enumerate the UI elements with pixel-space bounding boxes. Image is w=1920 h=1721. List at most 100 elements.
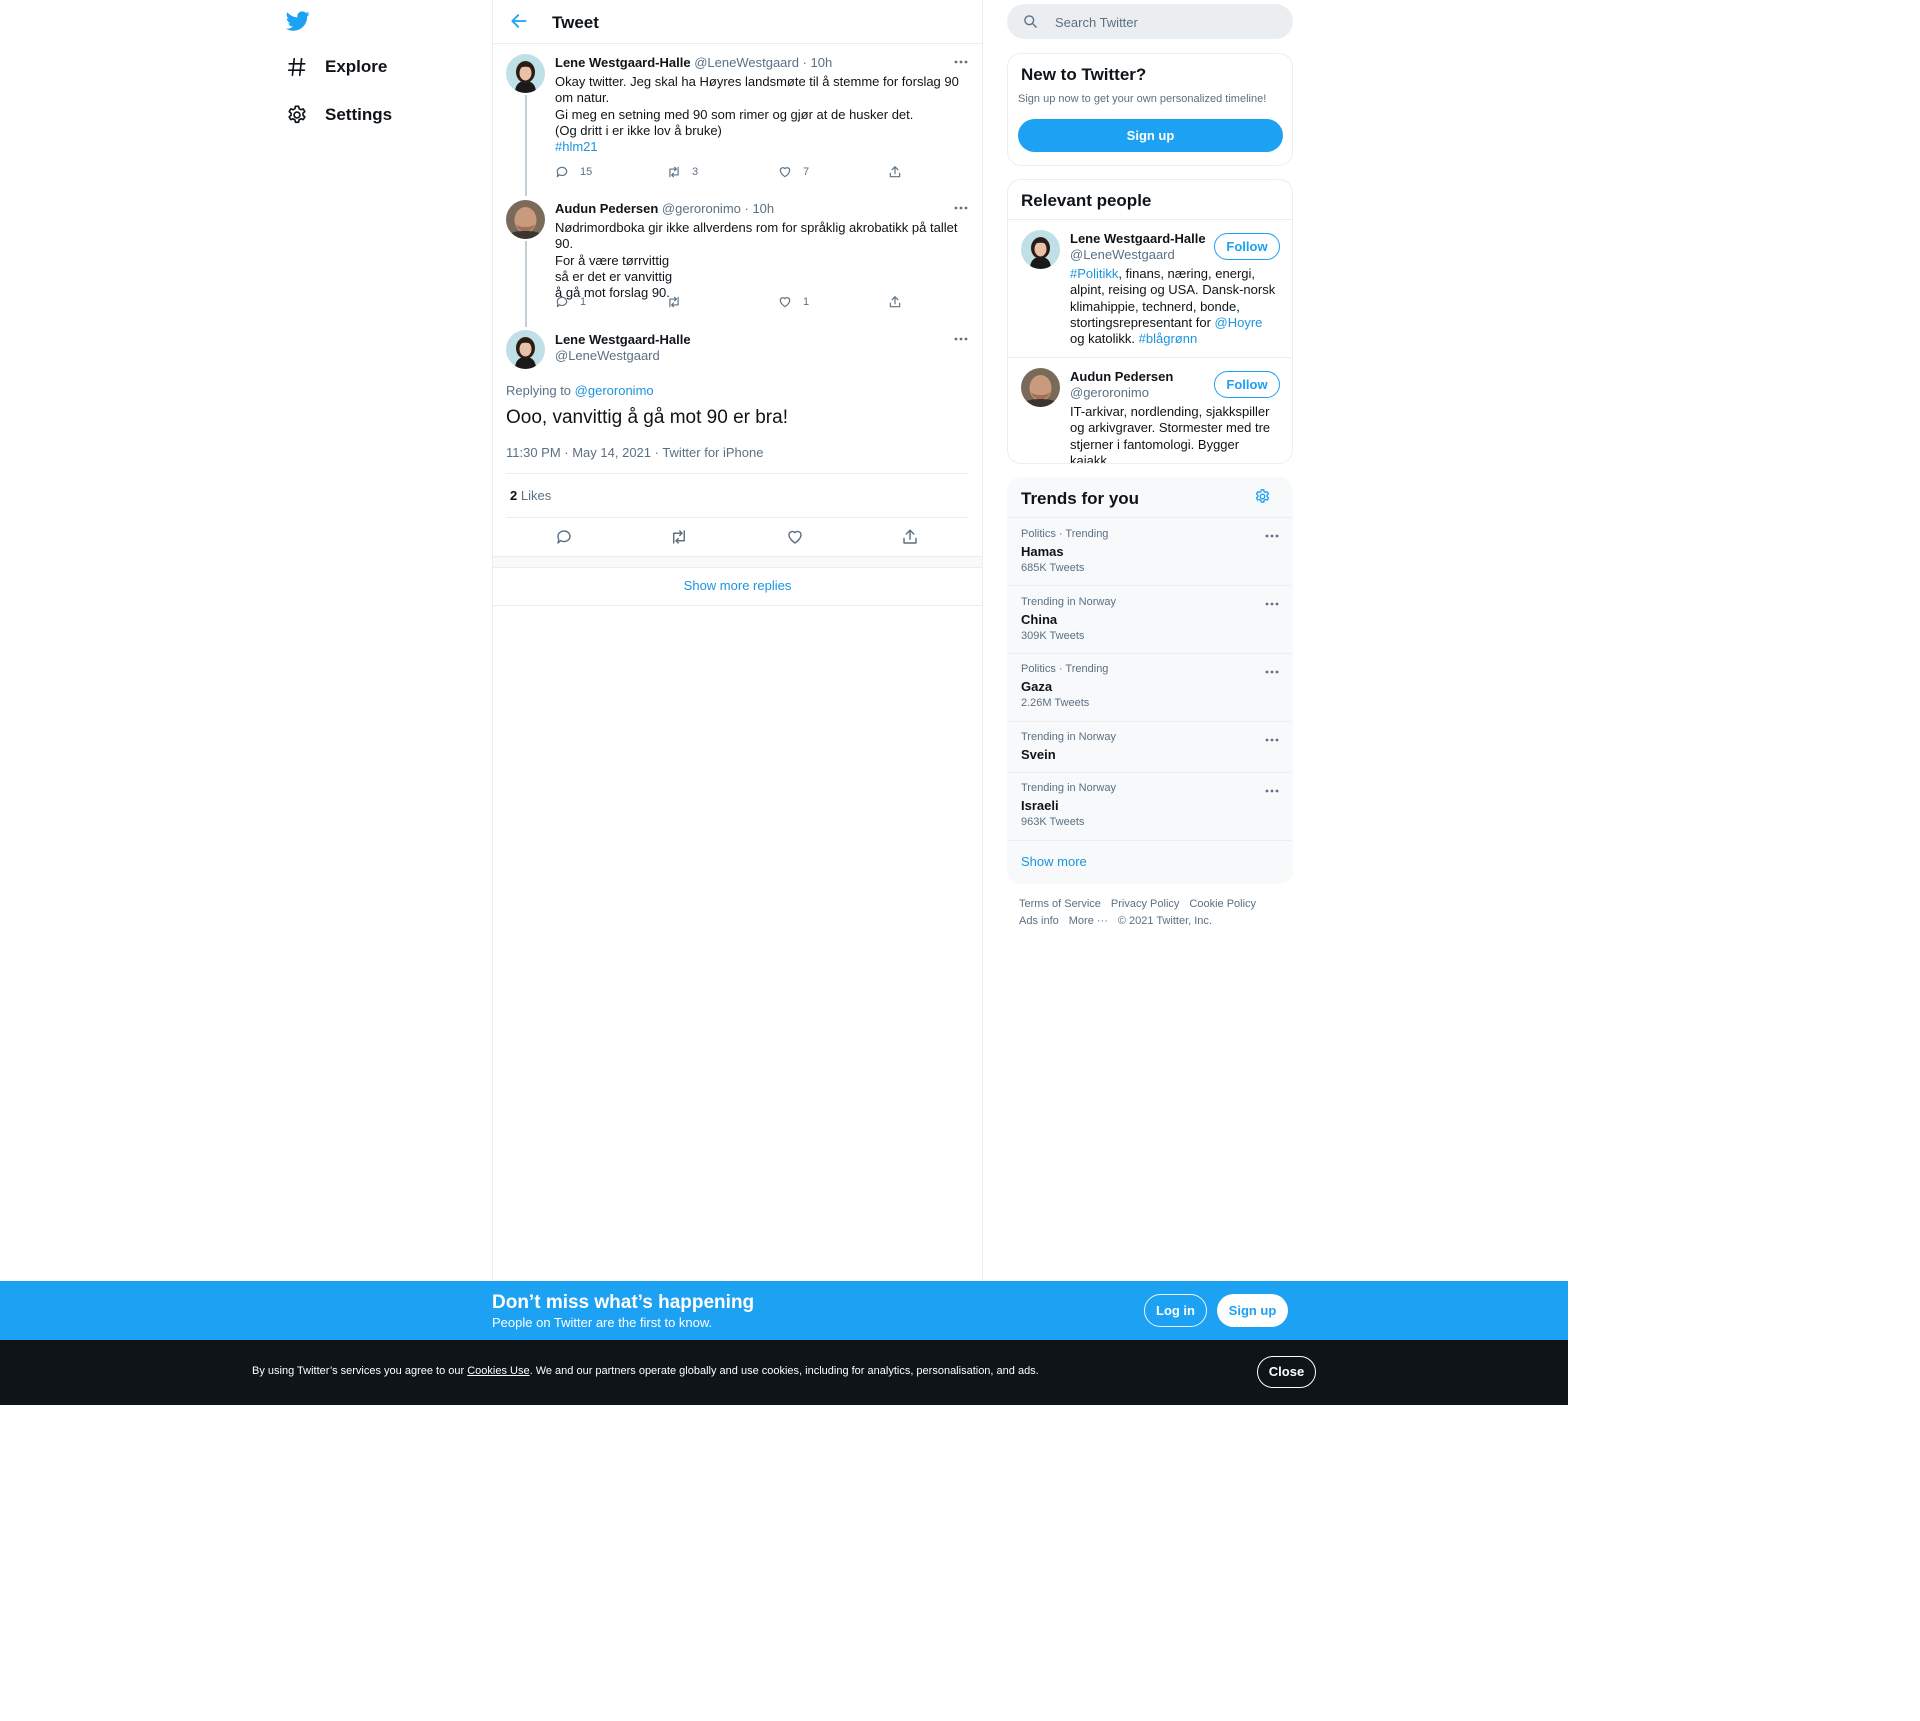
author-name[interactable]: Lene Westgaard-Halle (555, 55, 691, 70)
author-handle[interactable]: @geroronimo (662, 201, 741, 216)
focus-author-name[interactable]: Lene Westgaard-Halle (555, 332, 691, 347)
share-button[interactable] (888, 165, 902, 179)
cookie-consent-bar: By using Twitter’s services you agree to… (0, 1340, 1568, 1405)
follow-button[interactable]: Follow (1214, 233, 1280, 260)
sidebar-signup-button[interactable]: Sign up (1018, 119, 1283, 152)
focus-tweet-text: Ooo, vanvittig å gå mot 90 er bra! (506, 407, 788, 428)
trend-item[interactable]: Trending in Norway China 309K Tweets (1008, 586, 1292, 653)
more-options-icon[interactable] (1264, 596, 1280, 612)
trends-card: Trends for you Politics · Trending Hamas… (1007, 477, 1293, 884)
bio-text: og katolikk. (1070, 331, 1139, 347)
reply-icon[interactable] (555, 528, 573, 546)
avatar[interactable] (1021, 230, 1060, 269)
focus-author-handle[interactable]: @LeneWestgaard (555, 348, 660, 363)
twitter-bird-icon[interactable] (285, 9, 311, 33)
tweet-text: Okay twitter. Jeg skal ha Høyres landsmø… (555, 74, 965, 155)
cookies-use-link[interactable]: Cookies Use (467, 1365, 529, 1377)
page-title: Tweet (552, 13, 599, 32)
avatar[interactable] (506, 54, 545, 93)
divider (506, 517, 969, 518)
footer-more-link[interactable]: More ··· (1069, 915, 1108, 927)
bio-hashtag-link[interactable]: #blågrønn (1139, 331, 1198, 346)
footer-ads-link[interactable]: Ads info (1019, 915, 1059, 927)
reply-icon (556, 166, 568, 178)
author-handle[interactable]: @LeneWestgaard (694, 55, 799, 70)
retweet-icon[interactable] (670, 528, 688, 546)
banner-subtitle: People on Twitter are the first to know. (492, 1315, 713, 1330)
trend-count: 309K Tweets (1021, 630, 1085, 642)
more-options-icon[interactable] (1264, 664, 1280, 680)
hashtag-link[interactable]: #hlm21 (555, 139, 598, 154)
bio-mention-link[interactable]: @Hoyre (1215, 315, 1263, 330)
trend-item[interactable]: Politics · Trending Gaza 2.26M Tweets (1008, 654, 1292, 721)
share-button[interactable] (888, 295, 902, 309)
reply-button[interactable]: 1 (555, 295, 586, 309)
likes-summary[interactable]: 2 Likes (510, 488, 551, 503)
trend-item[interactable]: Trending in Norway Israeli 963K Tweets (1008, 773, 1292, 840)
thread-tweet[interactable]: Lene Westgaard-Halle @LeneWestgaard · 10… (493, 44, 982, 196)
person-bio: #Politikk, finans, næring, energi, alpin… (1070, 266, 1280, 347)
retweet-count: 3 (692, 166, 699, 178)
more-options-icon[interactable] (1264, 528, 1280, 544)
trend-context: Politics · Trending (1021, 528, 1109, 540)
person-name[interactable]: Audun Pedersen (1070, 369, 1173, 384)
follow-button[interactable]: Follow (1214, 371, 1280, 398)
retweet-button[interactable]: 3 (667, 165, 698, 179)
like-button[interactable]: 1 (778, 295, 809, 309)
share-icon[interactable] (901, 528, 919, 546)
trend-context: Trending in Norway (1021, 596, 1116, 608)
thread-tweet[interactable]: Audun Pedersen @geroronimo · 10h Nødrimo… (493, 190, 982, 327)
back-arrow-icon[interactable] (509, 11, 529, 31)
trend-item[interactable]: Trending in Norway Svein (1008, 722, 1292, 772)
nav-settings[interactable]: Settings (286, 100, 392, 130)
nav-explore[interactable]: Explore (286, 52, 387, 82)
reply-icon (556, 296, 568, 308)
tweet-time[interactable]: 10h (752, 201, 774, 216)
trends-settings-gear-icon[interactable] (1254, 488, 1271, 505)
reply-button[interactable]: 15 (555, 165, 592, 179)
footer-terms-link[interactable]: Terms of Service (1019, 898, 1101, 910)
replying-to-link[interactable]: @geroronimo (575, 383, 654, 398)
search-box[interactable] (1007, 4, 1293, 41)
heart-icon[interactable] (786, 528, 804, 546)
retweet-icon (669, 166, 679, 178)
avatar[interactable] (506, 330, 545, 369)
signup-card: New to Twitter? Sign up now to get your … (1007, 53, 1293, 166)
main-column: Tweet Lene Westgaard-Halle @LeneWestgaar… (492, 0, 983, 1280)
more-options-icon[interactable] (953, 200, 969, 216)
cookie-close-button[interactable]: Close (1257, 1356, 1316, 1388)
avatar[interactable] (506, 200, 545, 239)
trend-context: Politics · Trending (1021, 663, 1109, 675)
bio-hashtag-link[interactable]: #Politikk (1070, 266, 1118, 281)
footer-privacy-link[interactable]: Privacy Policy (1111, 898, 1179, 910)
tweet-time[interactable]: 10h (811, 55, 833, 70)
person-handle[interactable]: @LeneWestgaard (1070, 247, 1175, 262)
avatar[interactable] (1021, 368, 1060, 407)
thread-connector (525, 241, 527, 327)
likes-count: 2 (510, 488, 518, 503)
more-options-icon[interactable] (1264, 732, 1280, 748)
page-header: Tweet (493, 0, 982, 44)
author-name[interactable]: Audun Pedersen (555, 201, 658, 216)
like-button[interactable]: 7 (778, 165, 809, 179)
tweet-header: Lene Westgaard-Halle @LeneWestgaard · 10… (555, 55, 833, 70)
show-more-replies-button[interactable]: Show more replies (493, 567, 982, 606)
show-more-trends-link[interactable]: Show more (1021, 854, 1087, 869)
more-options-icon[interactable] (953, 331, 969, 347)
cookie-text-suffix: . We and our partners operate globally a… (529, 1365, 1039, 1377)
trend-context: Trending in Norway (1021, 731, 1116, 743)
more-options-icon[interactable] (1264, 783, 1280, 799)
person-handle[interactable]: @geroronimo (1070, 385, 1149, 400)
focus-tweet-meta[interactable]: 11:30 PM · May 14, 2021 · Twitter for iP… (506, 445, 763, 460)
search-input[interactable] (1053, 4, 1277, 41)
banner-signup-button[interactable]: Sign up (1217, 1294, 1288, 1327)
person-name[interactable]: Lene Westgaard-Halle (1070, 231, 1206, 246)
more-options-icon[interactable] (953, 54, 969, 70)
retweet-button[interactable] (667, 295, 681, 309)
login-button[interactable]: Log in (1144, 1294, 1207, 1327)
divider (1008, 357, 1292, 358)
footer-cookie-link[interactable]: Cookie Policy (1189, 898, 1256, 910)
nav-settings-label: Settings (325, 105, 393, 124)
trend-item[interactable]: Politics · Trending Hamas 685K Tweets (1008, 518, 1292, 585)
avatar-image (506, 330, 545, 369)
